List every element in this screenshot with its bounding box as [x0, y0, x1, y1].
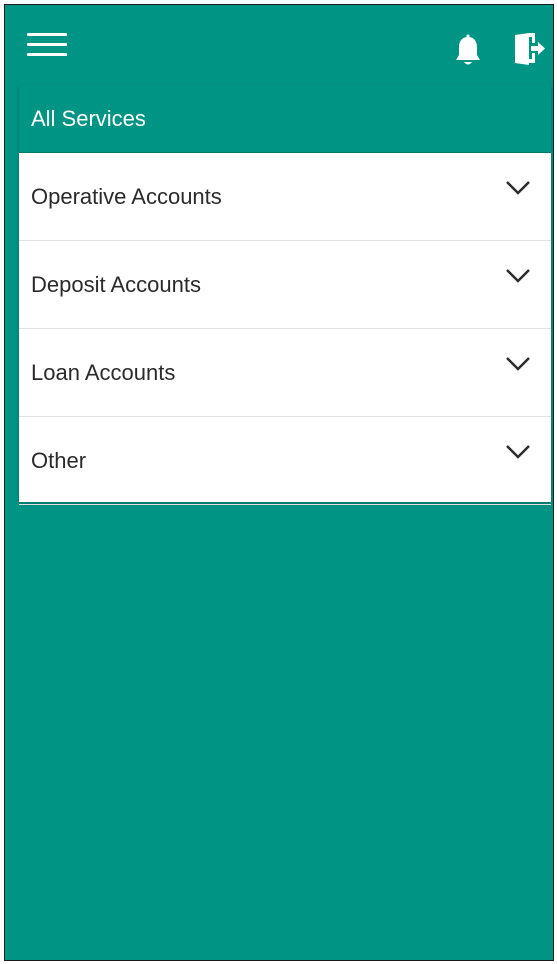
- accordion-item-operative-accounts[interactable]: Operative Accounts: [19, 153, 551, 241]
- accordion-item-label: Operative Accounts: [31, 184, 222, 209]
- bell-icon[interactable]: [452, 33, 484, 69]
- app-screen: All Services Operative Accounts Deposit …: [4, 4, 554, 961]
- chevron-down-icon: [506, 445, 530, 459]
- accordion-item-label: Other: [31, 448, 87, 473]
- top-app-bar: [5, 5, 553, 83]
- accordion-item-label: Loan Accounts: [31, 360, 176, 385]
- services-panel: All Services Operative Accounts Deposit …: [19, 85, 551, 505]
- accordion-item-loan-accounts[interactable]: Loan Accounts: [19, 329, 551, 417]
- accordion-item-other[interactable]: Other: [19, 417, 551, 505]
- panel-header: All Services: [19, 85, 551, 153]
- hamburger-menu-icon[interactable]: [27, 33, 67, 63]
- chevron-down-icon: [506, 181, 530, 195]
- accordion-item-label: Deposit Accounts: [31, 272, 201, 297]
- chevron-down-icon: [506, 269, 530, 283]
- panel-title: All Services: [31, 106, 146, 131]
- logout-door-icon[interactable]: [511, 29, 547, 69]
- chevron-down-icon: [506, 357, 530, 371]
- accordion-item-deposit-accounts[interactable]: Deposit Accounts: [19, 241, 551, 329]
